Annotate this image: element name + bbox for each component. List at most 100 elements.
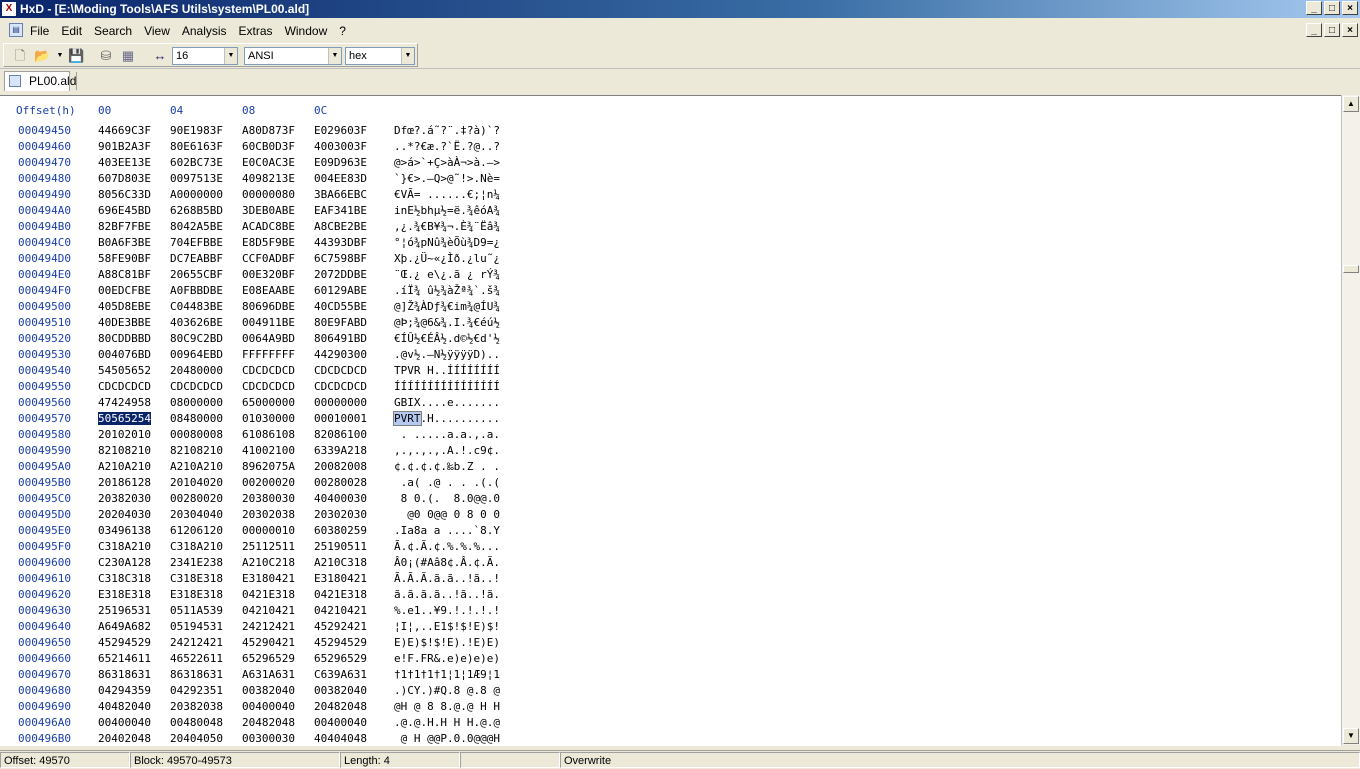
hex-bytes[interactable]: 25196531	[98, 604, 151, 617]
hex-bytes[interactable]: 20655CBF	[170, 268, 223, 281]
hex-bytes[interactable]: 20204030	[98, 508, 151, 521]
ascii-text[interactable]: @]Ž¾ÀDƒ¾€im¾@ÍU¾	[394, 300, 500, 313]
hex-bytes[interactable]: CDCDCDCD	[170, 380, 223, 393]
hex-bytes[interactable]: A210C318	[314, 556, 367, 569]
hex-bytes[interactable]: 82086100	[314, 428, 367, 441]
hex-bytes[interactable]: E3180421	[242, 572, 295, 585]
hex-bytes[interactable]: 08480000	[170, 412, 223, 425]
hex-bytes[interactable]: 45294529	[314, 636, 367, 649]
hex-bytes[interactable]: A80D873F	[242, 124, 295, 137]
ascii-text[interactable]: .íÏ¾ û½¾àŽª¾`.š¾	[394, 284, 500, 297]
hex-bytes[interactable]: 65296529	[242, 652, 295, 665]
hex-bytes[interactable]: 08000000	[170, 396, 223, 409]
ascii-text[interactable]: 8 0.(. 8.0@@.0	[394, 492, 500, 505]
hex-bytes[interactable]: 4003003F	[314, 140, 367, 153]
document-icon[interactable]: ▤	[9, 23, 23, 37]
hex-bytes[interactable]: C639A631	[314, 668, 367, 681]
hex-bytes[interactable]: CDCDCDCD	[314, 380, 367, 393]
hex-bytes[interactable]: E3180421	[314, 572, 367, 585]
hex-bytes[interactable]: 60129ABE	[314, 284, 367, 297]
hex-bytes[interactable]: 47424958	[98, 396, 151, 409]
hex-editor[interactable]: Offset(h) 00 04 08 0C 00049450 44669C3F 90…	[0, 95, 1341, 746]
hex-bytes[interactable]: DC7EABBF	[170, 252, 223, 265]
hex-bytes[interactable]: 25190511	[314, 540, 367, 553]
hex-bytes[interactable]: 80696DBE	[242, 300, 295, 313]
hex-bytes[interactable]: 20302030	[314, 508, 367, 521]
hex-bytes[interactable]: 61206120	[170, 524, 223, 537]
menu-file[interactable]: File	[24, 24, 55, 38]
hex-bytes[interactable]: 0097513E	[170, 172, 223, 185]
hex-bytes[interactable]: 20482048	[314, 700, 367, 713]
new-file-icon[interactable]: 🗋	[12, 48, 28, 64]
hex-bytes[interactable]: 40400030	[314, 492, 367, 505]
hex-bytes[interactable]: 00964EBD	[170, 348, 223, 361]
menu-view[interactable]: View	[138, 24, 176, 38]
hex-bytes[interactable]: A8CBE2BE	[314, 220, 367, 233]
hex-bytes[interactable]: E0C0AC3E	[242, 156, 295, 169]
hex-bytes[interactable]: 6C7598BF	[314, 252, 367, 265]
ascii-text[interactable]: ¢.¢.¢.¢.‰b.Z . .	[394, 460, 500, 473]
hex-bytes[interactable]: A210A210	[170, 460, 223, 473]
hex-bytes[interactable]: 6268B5BD	[170, 204, 223, 217]
hex-bytes[interactable]: 04294359	[98, 684, 151, 697]
disk-icon[interactable]: ⛁	[98, 48, 114, 64]
hex-bytes[interactable]: CDCDCDCD	[242, 364, 295, 377]
hex-bytes[interactable]: 65296529	[314, 652, 367, 665]
ascii-text[interactable]: . .....a.a.‚.a.	[394, 428, 500, 441]
hex-bytes[interactable]: 05194531	[170, 620, 223, 633]
hex-bytes[interactable]: C318A210	[170, 540, 223, 553]
ascii-text[interactable]: inE½bhµ½=ë.¾êóA¾	[394, 204, 500, 217]
ascii-text[interactable]: %.e1..¥9.!.!.!.!	[394, 604, 500, 617]
ascii-text[interactable]: @>á>`+Ç>àÀ¬>à.–>	[394, 156, 500, 169]
ascii-text[interactable]: °¦ó¾pNû¾èÕù¾D9=¿	[394, 236, 500, 249]
ascii-text[interactable]: @ H @@P.0.0@@@H	[394, 732, 500, 745]
menu-search[interactable]: Search	[88, 24, 138, 38]
ascii-text[interactable]: e!F.FR&.e)e)e)e)	[394, 652, 500, 665]
ascii-text[interactable]: €VÃ= ......€;¦n¼	[394, 188, 500, 201]
hex-bytes[interactable]: C318E318	[170, 572, 223, 585]
hex-bytes[interactable]: 46522611	[170, 652, 223, 665]
hex-bytes[interactable]: 004911BE	[242, 316, 295, 329]
hex-bytes[interactable]: 82108210	[170, 444, 223, 457]
hex-bytes[interactable]: 65000000	[242, 396, 295, 409]
hex-bytes[interactable]: 004EE83D	[314, 172, 367, 185]
menu-analysis[interactable]: Analysis	[176, 24, 233, 38]
ascii-text[interactable]: @Þ;¾@6&¾.I.¾€éú½	[394, 316, 500, 329]
hex-bytes[interactable]: 65214611	[98, 652, 151, 665]
ascii-text[interactable]: Ã.Ã.Ã.ã.ã..!ã..!	[394, 572, 500, 585]
hex-bytes[interactable]: 403EE13E	[98, 156, 151, 169]
ascii-text[interactable]: @H @ 8 8.@.@ H H	[394, 700, 500, 713]
hex-bytes[interactable]: 20402048	[98, 732, 151, 745]
hex-bytes[interactable]: 00E320BF	[242, 268, 295, 281]
ascii-text[interactable]: ã.ã.ã.ã..!ã..!ã.	[394, 588, 500, 601]
scroll-up-icon[interactable]: ▲	[1343, 96, 1359, 112]
hex-bytes[interactable]: 607D803E	[98, 172, 151, 185]
hex-bytes[interactable]: 20302038	[242, 508, 295, 521]
hex-bytes[interactable]: 806491BD	[314, 332, 367, 345]
hex-bytes[interactable]: EAF341BE	[314, 204, 367, 217]
hex-bytes[interactable]: 00010001	[314, 412, 367, 425]
hex-bytes[interactable]: CDCDCDCD	[314, 364, 367, 377]
hex-bytes[interactable]: 20304040	[170, 508, 223, 521]
hex-bytes[interactable]: 82108210	[98, 444, 151, 457]
doc-minimize-button[interactable]: _	[1306, 23, 1322, 37]
ascii-text[interactable]: ‚¿.¾€B¥¾¬.È¾¨Ëâ¾	[394, 220, 500, 233]
hex-bytes[interactable]: 80C9C2BD	[170, 332, 223, 345]
hex-bytes[interactable]: CDCDCDCD	[242, 380, 295, 393]
hex-bytes[interactable]: A631A631	[242, 668, 295, 681]
hex-bytes[interactable]: C04483BE	[170, 300, 223, 313]
hex-bytes[interactable]: 60CB0D3F	[242, 140, 295, 153]
ascii-text[interactable]: ¦I¦‚..E1$!$!E)$!	[394, 620, 500, 633]
hex-bytes[interactable]: 90E1983F	[170, 124, 223, 137]
hex-bytes[interactable]: 602BC73E	[170, 156, 223, 169]
hex-bytes[interactable]: 00000000	[314, 396, 367, 409]
hex-bytes[interactable]: 40482040	[98, 700, 151, 713]
hex-bytes[interactable]: 40404048	[314, 732, 367, 745]
bytes-per-row-select[interactable]: 16 ▼	[172, 47, 238, 65]
hex-bytes[interactable]: 00382040	[314, 684, 367, 697]
hex-bytes[interactable]: 40CD55BE	[314, 300, 367, 313]
ascii-text[interactable]: Xþ.¿Ü~«¿Ìð.¿lu˜¿	[394, 252, 500, 265]
scroll-thumb[interactable]	[1343, 265, 1359, 273]
hex-bytes[interactable]: 04210421	[242, 604, 295, 617]
ascii-text[interactable]: ..*?€æ.?`Ë.?@..?	[394, 140, 500, 153]
